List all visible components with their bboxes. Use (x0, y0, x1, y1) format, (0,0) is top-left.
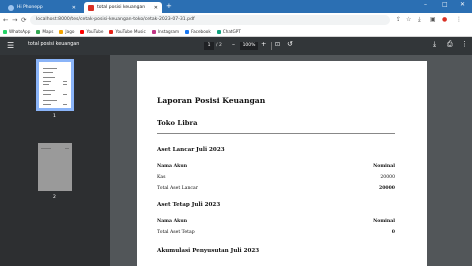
column-header: Nominal (373, 219, 395, 224)
pdf-icon (88, 4, 94, 11)
column-header: Nominal (373, 164, 395, 169)
download-icon[interactable]: ⤓ (418, 16, 421, 24)
total-value: 20000 (379, 186, 395, 191)
page-number-input[interactable]: 1 (204, 42, 214, 50)
print-icon[interactable]: ⎙ (447, 40, 453, 49)
close-window-button[interactable]: ✕ (460, 1, 465, 8)
profile-avatar[interactable]: ● (442, 16, 447, 23)
globe-icon (8, 4, 14, 11)
table-header: Nama Akun Nominal (157, 164, 395, 169)
pdf-title: total posisi keuangan (28, 42, 80, 47)
address-bar-row: ← → ⟳ localhost:8000/tes/cetak-posisi-ke… (0, 13, 472, 27)
youtube-icon (80, 29, 85, 34)
bookmark-item[interactable]: Maps (36, 29, 53, 34)
total-label: Total Aset Tetap (157, 230, 195, 235)
section-heading: Aset Lancar Juli 2023 (157, 147, 225, 153)
thumbnail-page-number: 2 (53, 195, 56, 200)
bookmarks-bar: WhatsApp Maps Jago YouTube YouTube Music… (0, 27, 472, 37)
table-header: Nama Akun Nominal (157, 219, 395, 224)
instagram-icon (151, 29, 156, 34)
total-value: 0 (391, 230, 395, 235)
facebook-icon (185, 29, 190, 34)
document-subtitle: Toko Libra (157, 119, 198, 127)
sidebar-toggle-icon[interactable]: ☰ (7, 41, 14, 50)
bookmark-item[interactable]: YouTube Music (109, 29, 146, 34)
youtube-music-icon (109, 29, 114, 34)
table-row: Kas 20000 (157, 175, 395, 180)
browser-menu-icon[interactable]: ⋮ (456, 16, 462, 23)
thumbnail-page-number: 1 (53, 114, 56, 119)
forward-button[interactable]: → (12, 16, 17, 24)
tab-label: Hi Phonepp (17, 5, 43, 10)
table-total-row: Total Aset Lancar 20000 (157, 186, 395, 191)
bookmark-item[interactable]: YouTube (80, 29, 103, 34)
zoom-in-button[interactable]: + (261, 40, 266, 48)
section-heading: Akumulasi Penyusutan Juli 2023 (157, 248, 260, 254)
back-button[interactable]: ← (3, 16, 8, 24)
bookmark-item[interactable]: Jago (59, 29, 74, 34)
bookmark-item[interactable]: Instagram (151, 29, 180, 34)
new-tab-button[interactable]: + (166, 2, 172, 10)
bookmark-item[interactable]: WhatsApp (3, 29, 30, 34)
page-total: / 2 (216, 43, 222, 48)
account-name: Kas (157, 175, 166, 180)
chatgpt-icon (216, 29, 221, 34)
bookmark-item[interactable]: ChatGPT (216, 29, 241, 34)
bookmark-label: Facebook (191, 29, 211, 34)
pdf-page: Laporan Posisi Keuangan Toko Libra Aset … (137, 61, 427, 266)
thumbnail-sidebar: 1 2 (0, 55, 110, 266)
jago-icon (59, 29, 64, 34)
bookmark-item[interactable]: Facebook (185, 29, 211, 34)
account-value: 20000 (380, 175, 395, 180)
document-title: Laporan Posisi Keuangan (157, 96, 266, 105)
more-options-icon[interactable]: ⋮ (461, 40, 468, 48)
download-icon[interactable]: ⤓ (433, 40, 436, 49)
page-thumbnail-1[interactable] (36, 59, 74, 111)
bookmark-label: YouTube (86, 29, 104, 34)
bookmark-label: Jago (65, 29, 75, 34)
bookmark-label: Instagram (157, 29, 180, 34)
rotate-icon[interactable]: ↺ (287, 40, 293, 48)
title-divider (157, 133, 395, 134)
maps-icon (36, 29, 41, 34)
tab-close-icon[interactable]: ✕ (72, 5, 76, 11)
zoom-input[interactable]: 100% (240, 42, 258, 50)
table-total-row: Total Aset Tetap 0 (157, 230, 395, 235)
extensions-icon[interactable]: ▣ (430, 16, 436, 23)
tab-phonepp[interactable]: Hi Phonepp ✕ (4, 2, 80, 13)
bookmark-label: WhatsApp (9, 29, 31, 34)
bookmark-label: ChatGPT (222, 29, 241, 34)
bookmark-label: YouTube Music (115, 29, 146, 34)
tab-strip: Hi Phonepp ✕ total posisi keuangan ✕ + –… (0, 0, 472, 13)
column-header: Nama Akun (157, 219, 188, 224)
pdf-toolbar: ☰ total posisi keuangan 1 / 2 – 100% + ⊡… (0, 37, 472, 55)
zoom-out-button[interactable]: – (232, 41, 235, 48)
pdf-viewer[interactable]: Laporan Posisi Keuangan Toko Libra Aset … (110, 55, 472, 266)
maximize-button[interactable]: □ (442, 1, 448, 8)
fit-page-icon[interactable]: ⊡ (275, 41, 280, 48)
tab-close-icon[interactable]: ✕ (154, 5, 158, 11)
tab-label: total posisi keuangan (97, 5, 146, 10)
whatsapp-icon (3, 29, 7, 34)
column-header: Nama Akun (157, 164, 188, 169)
tab-pdf-active[interactable]: total posisi keuangan ✕ (84, 2, 162, 13)
bookmark-star-icon[interactable]: ☆ (406, 16, 411, 23)
minimize-button[interactable]: – (424, 1, 427, 8)
total-label: Total Aset Lancar (157, 186, 198, 191)
url-input[interactable]: localhost:8000/tes/cetak-posisi-keuangan… (30, 15, 390, 25)
toolbar-divider (271, 42, 272, 50)
bookmark-label: Maps (42, 29, 54, 34)
section-heading: Aset Tetap Juli 2023 (157, 202, 221, 208)
share-icon[interactable]: ⇪ (396, 16, 401, 23)
reload-button[interactable]: ⟳ (21, 16, 26, 24)
page-thumbnail-2[interactable] (38, 143, 72, 191)
